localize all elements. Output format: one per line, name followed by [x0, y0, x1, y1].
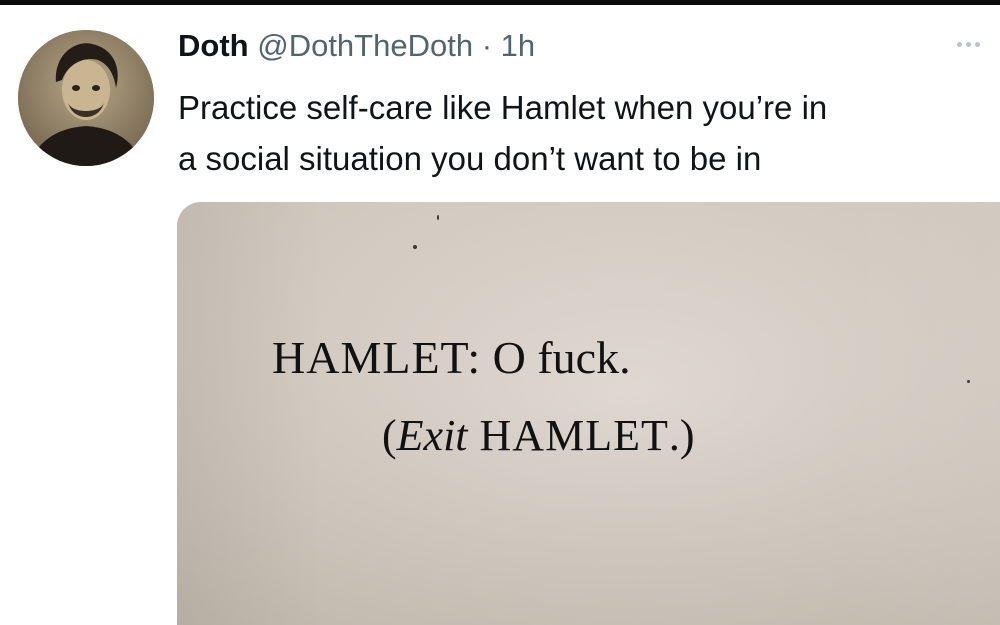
- ink-speck: [967, 380, 970, 383]
- stage-direction-name: HAMLET: [467, 411, 669, 460]
- stage-direction-exit: Exit: [396, 411, 468, 460]
- dialogue-text: O fuck.: [481, 332, 631, 383]
- avatar-portrait-image: [18, 30, 154, 166]
- stage-direction-line: (Exit HAMLET.): [382, 408, 694, 464]
- user-handle[interactable]: @DothTheDoth: [257, 28, 473, 63]
- speaker-name: HAMLET:: [272, 332, 482, 383]
- timestamp[interactable]: 1h: [501, 28, 535, 63]
- ellipsis-icon[interactable]: [948, 32, 988, 56]
- avatar[interactable]: [18, 30, 154, 166]
- stage-paren-close: .): [668, 411, 695, 460]
- top-edge-bar: [0, 0, 1000, 5]
- book-dialogue-line: HAMLET: O fuck.: [272, 330, 631, 386]
- stage-paren-open: (: [382, 411, 397, 460]
- ink-speck: [437, 215, 439, 220]
- display-name[interactable]: Doth: [178, 28, 249, 63]
- ink-speck: [413, 245, 417, 249]
- tweet-media-image[interactable]: HAMLET: O fuck. (Exit HAMLET.): [177, 202, 1000, 625]
- tweet-text: Practice self-care like Hamlet when you’…: [178, 82, 988, 184]
- header-separator: ·: [473, 28, 501, 63]
- tweet-text-line-1: Practice self-care like Hamlet when you’…: [178, 89, 828, 126]
- tweet-text-line-2: a social situation you don’t want to be …: [178, 140, 762, 177]
- tweet-header: Doth @DothTheDoth · 1h: [178, 28, 535, 64]
